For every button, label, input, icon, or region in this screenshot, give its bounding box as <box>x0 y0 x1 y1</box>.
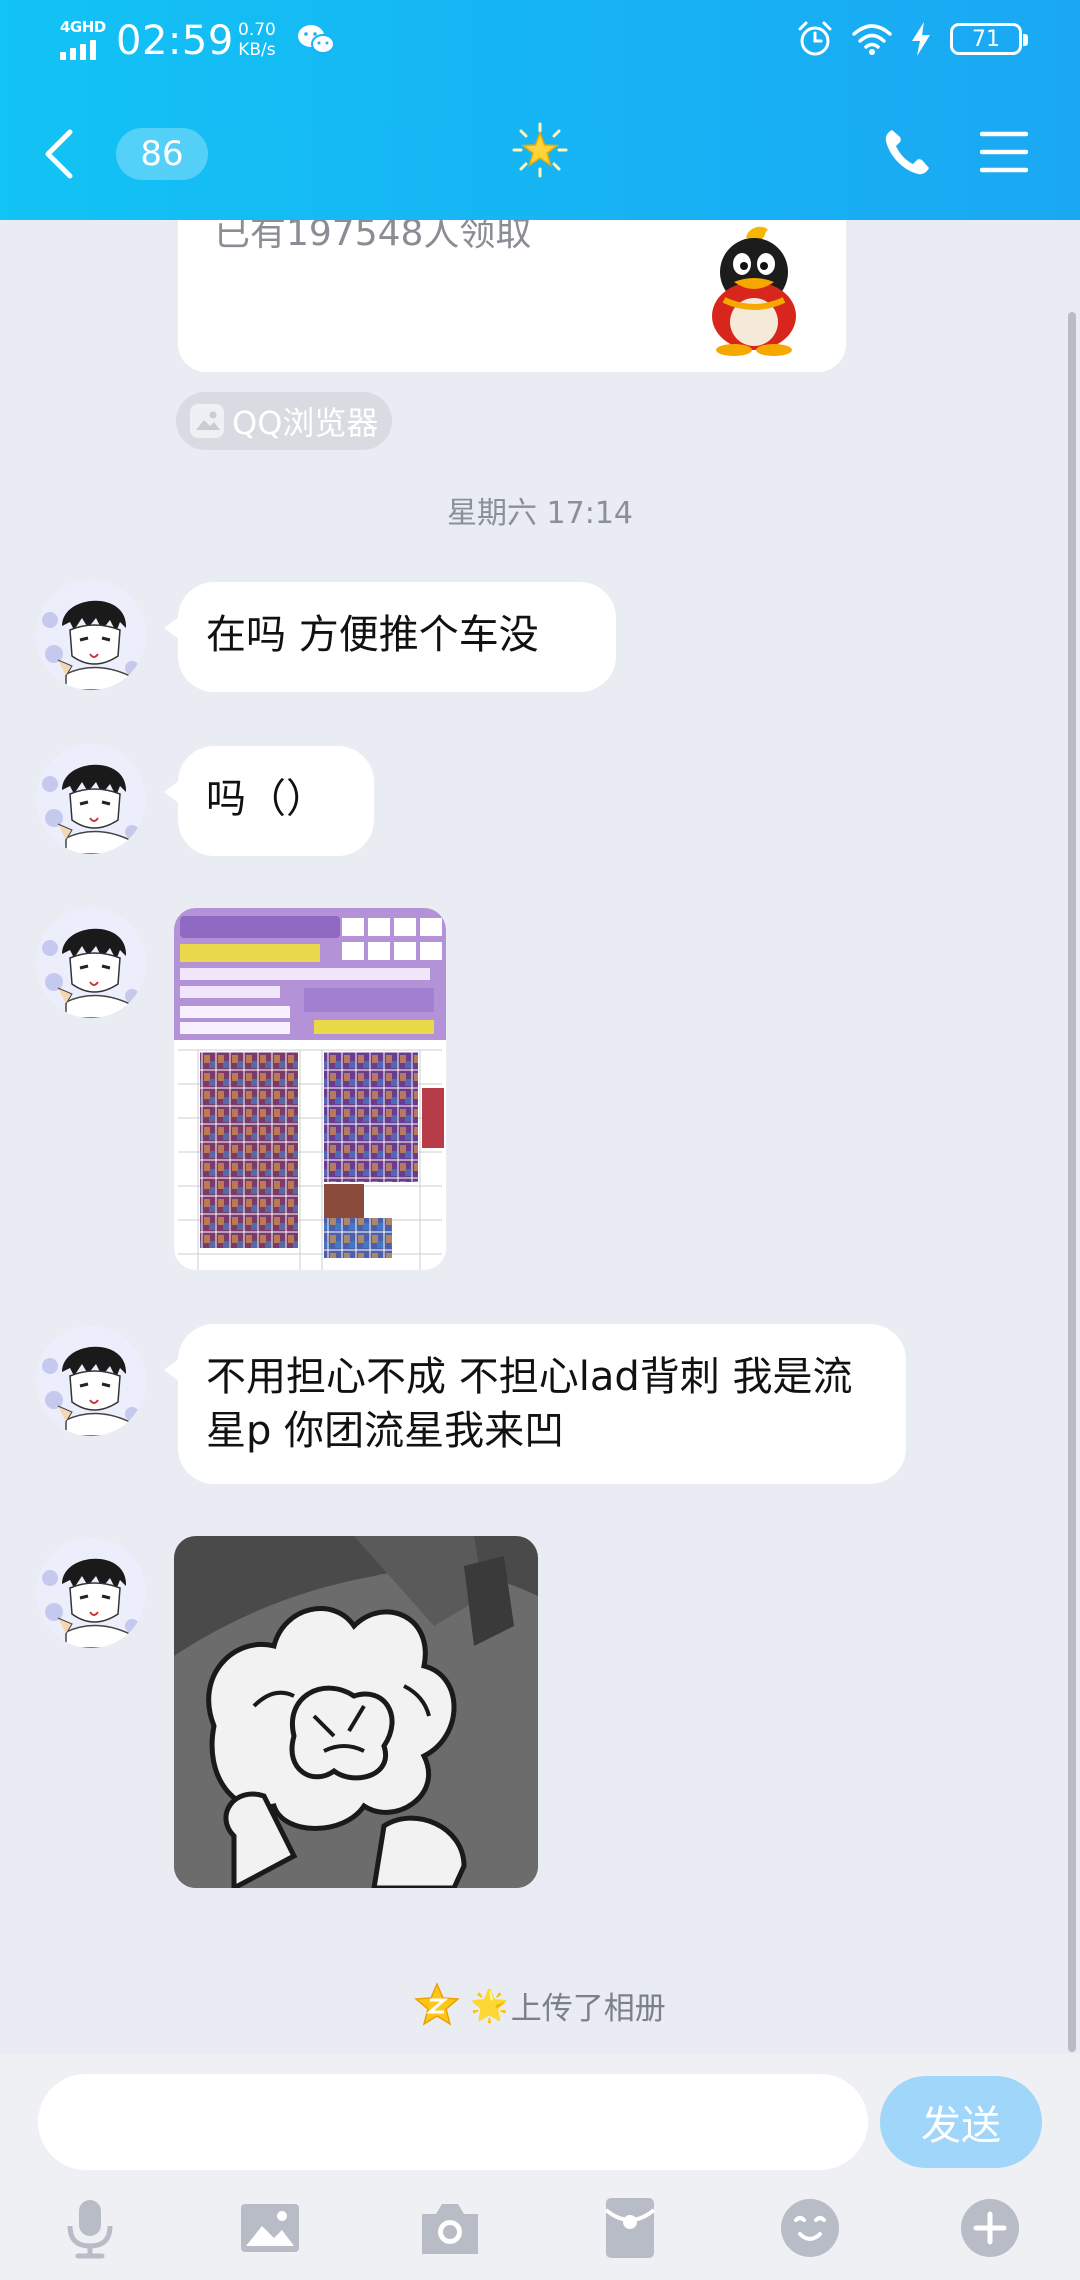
send-button[interactable]: 发送 <box>880 2076 1042 2168</box>
plus-more-icon[interactable] <box>958 2196 1022 2260</box>
network-type: 4GHD <box>60 18 106 36</box>
avatar[interactable] <box>36 744 146 854</box>
browser-image-icon <box>190 404 224 438</box>
shared-link-card[interactable]: 已有197548人领取 <box>178 220 846 372</box>
message-text: 不用担心不成 不担心lad背刺 我是流星p 你团流星我来凹 <box>206 1354 853 1454</box>
qzone-star-icon <box>414 1982 461 2026</box>
status-icons: 71 <box>796 20 1028 58</box>
battery-indicator: 71 <box>950 23 1028 55</box>
message-input[interactable] <box>38 2074 868 2170</box>
back-arrow-icon[interactable] <box>40 126 80 182</box>
charging-bolt-icon <box>912 22 930 56</box>
scrollbar[interactable] <box>1068 312 1076 2052</box>
menu-icon[interactable] <box>980 130 1028 174</box>
source-app-label: QQ浏览器 <box>232 404 379 442</box>
battery-level: 71 <box>972 26 1000 52</box>
clock: 02:59 <box>116 18 234 64</box>
input-bar: 发送 <box>0 2054 1080 2280</box>
qq-penguin-icon <box>712 226 796 356</box>
avatar[interactable] <box>36 1538 146 1648</box>
message-bubble[interactable]: 在吗 方便推个车没 <box>164 582 616 692</box>
message-bubble[interactable]: 吗（） <box>164 746 374 856</box>
image-gallery-icon[interactable] <box>238 2196 302 2260</box>
cellular-signal-icon: 4GHD <box>58 18 106 62</box>
shared-card-subtitle: 已有197548人领取 <box>214 220 532 254</box>
chat-message-list[interactable]: 已有197548人领取 QQ浏览器 星期六 17:14 在吗 方便推个车没 吗（… <box>0 220 1080 2070</box>
source-app-tag[interactable]: QQ浏览器 <box>176 392 392 450</box>
unread-count-badge[interactable]: 86 <box>116 128 208 180</box>
message-text: 在吗 方便推个车没 <box>206 612 539 658</box>
album-upload-notice[interactable]: 🌟 上传了相册 <box>0 1982 1080 2028</box>
avatar[interactable] <box>36 1326 146 1436</box>
camera-icon[interactable] <box>418 2196 482 2260</box>
album-notice-text: 上传了相册 <box>510 1990 666 2027</box>
wifi-icon <box>852 24 892 55</box>
speed-unit: KB/s <box>238 40 276 60</box>
wechat-icon <box>298 25 335 54</box>
message-text: 吗（） <box>206 776 326 822</box>
message-bubble[interactable]: 不用担心不成 不担心lad背刺 我是流星p 你团流星我来凹 <box>164 1324 906 1484</box>
emoji-icon[interactable] <box>778 2196 842 2260</box>
avatar[interactable] <box>36 580 146 690</box>
phone-call-icon[interactable] <box>882 126 932 178</box>
red-packet-icon[interactable] <box>598 2196 662 2260</box>
avatar[interactable] <box>36 908 146 1018</box>
top-header: 4GHD 02:59 0.70 KB/s 71 86 <box>0 0 1080 220</box>
speed-value: 0.70 <box>238 20 276 40</box>
network-speed: 0.70 KB/s <box>238 20 276 60</box>
status-bar: 4GHD 02:59 0.70 KB/s 71 <box>0 0 1080 84</box>
send-button-label: 发送 <box>921 2103 1001 2149</box>
sticker-image[interactable] <box>174 1536 538 1888</box>
message-timestamp: 星期六 17:14 <box>447 496 633 531</box>
microphone-icon[interactable] <box>58 2196 122 2260</box>
star-emoji: 🌟 <box>470 1987 509 2024</box>
alarm-icon <box>798 21 832 56</box>
unread-count: 86 <box>140 134 184 174</box>
chat-navbar: 86 <box>0 104 1080 200</box>
input-toolbar <box>0 2186 1080 2272</box>
star-emoji-icon <box>512 122 568 178</box>
poster-image[interactable] <box>174 908 446 1270</box>
